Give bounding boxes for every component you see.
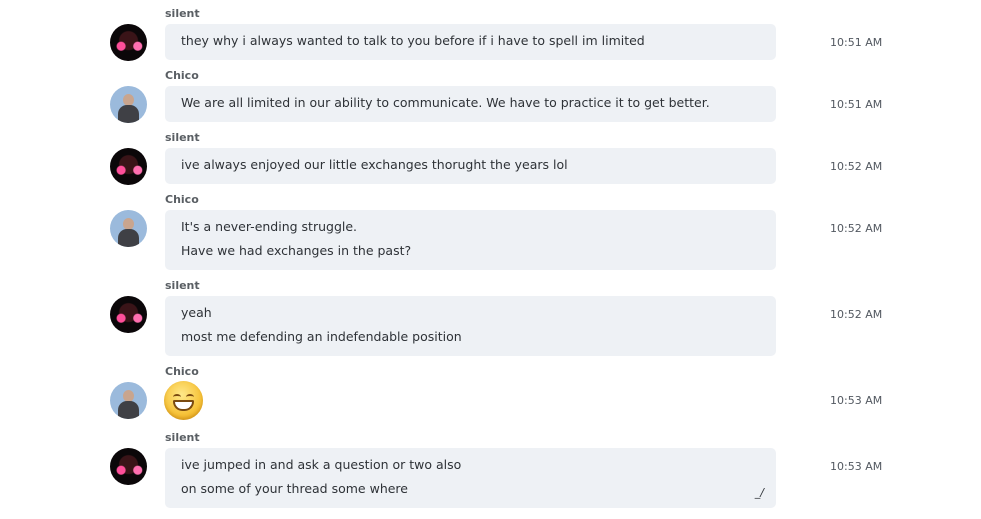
message-text: Have we had exchanges in the past? — [181, 243, 412, 258]
avatar[interactable] — [110, 210, 147, 247]
message-text: We are all limited in our ability to com… — [181, 95, 710, 110]
avatar[interactable] — [110, 296, 147, 333]
sender-name[interactable]: Chico — [165, 365, 199, 378]
message-bubble[interactable]: ive always enjoyed our little exchanges … — [165, 148, 776, 184]
timestamp: 10:53 AM — [830, 460, 883, 473]
sender-name[interactable]: Chico — [165, 69, 199, 82]
avatar[interactable] — [110, 382, 147, 419]
sender-name[interactable]: Chico — [165, 193, 199, 206]
pencil-edit-icon[interactable]: _∕ — [755, 486, 764, 499]
avatar[interactable] — [110, 24, 147, 61]
message-bubble[interactable]: ive jumped in and ask a question or two … — [165, 448, 776, 508]
message-text: It's a never-ending struggle. — [181, 219, 358, 234]
message-text: on some of your thread some where — [181, 481, 408, 496]
message-text: ive jumped in and ask a question or two … — [181, 457, 462, 472]
timestamp: 10:51 AM — [830, 98, 883, 111]
timestamp: 10:52 AM — [830, 222, 883, 235]
avatar[interactable] — [110, 448, 147, 485]
message-bubble[interactable]: We are all limited in our ability to com… — [165, 86, 776, 122]
timestamp: 10:51 AM — [830, 36, 883, 49]
sender-name[interactable]: silent — [165, 279, 200, 292]
sender-name[interactable]: silent — [165, 7, 200, 20]
timestamp: 10:52 AM — [830, 160, 883, 173]
avatar[interactable] — [110, 148, 147, 185]
message-bubble[interactable]: they why i always wanted to talk to you … — [165, 24, 776, 60]
timestamp: 10:53 AM — [830, 394, 883, 407]
message-bubble[interactable]: yeah most me defending an indefendable p… — [165, 296, 776, 356]
message-text: ive always enjoyed our little exchanges … — [181, 157, 568, 172]
grinning-smiley-icon[interactable] — [164, 381, 203, 420]
message-text: most me defending an indefendable positi… — [181, 329, 462, 344]
message-text: yeah — [181, 305, 212, 320]
message-bubble[interactable]: It's a never-ending struggle. Have we ha… — [165, 210, 776, 270]
message-text: they why i always wanted to talk to you … — [181, 33, 645, 48]
timestamp: 10:52 AM — [830, 308, 883, 321]
sender-name[interactable]: silent — [165, 131, 200, 144]
avatar[interactable] — [110, 86, 147, 123]
sender-name[interactable]: silent — [165, 431, 200, 444]
